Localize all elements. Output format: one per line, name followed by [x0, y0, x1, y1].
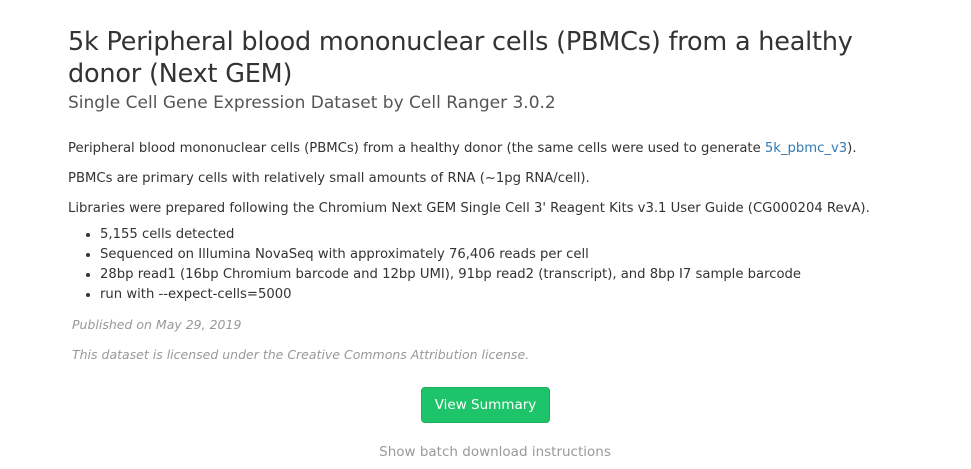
- description-p1-suffix: ).: [847, 141, 857, 156]
- summary-button-row: View Summary: [0, 387, 971, 423]
- list-item: 5,155 cells detected: [100, 225, 948, 245]
- pbmc-v3-link[interactable]: 5k_pbmc_v3: [765, 141, 847, 156]
- license-note: This dataset is licensed under the Creat…: [72, 347, 530, 362]
- dataset-facts-list: 5,155 cells detected Sequenced on Illumi…: [68, 225, 948, 305]
- batch-download-row: Show batch download instructions: [0, 441, 971, 460]
- description-paragraph-1: Peripheral blood mononuclear cells (PBMC…: [68, 139, 948, 158]
- batch-download-link[interactable]: Show batch download instructions: [379, 444, 611, 460]
- description-p1-prefix: Peripheral blood mononuclear cells (PBMC…: [68, 141, 765, 156]
- view-summary-button[interactable]: View Summary: [420, 387, 551, 423]
- dataset-content: 5k Peripheral blood mononuclear cells (P…: [68, 26, 948, 364]
- description-paragraph-2: PBMCs are primary cells with relatively …: [68, 171, 590, 186]
- published-date: Published on May 29, 2019: [72, 317, 242, 332]
- list-item: run with --expect-cells=5000: [100, 285, 948, 305]
- page-subtitle: Single Cell Gene Expression Dataset by C…: [68, 93, 556, 113]
- list-item: Sequenced on Illumina NovaSeq with appro…: [100, 245, 948, 265]
- list-item: 28bp read1 (16bp Chromium barcode and 12…: [100, 265, 948, 285]
- description-paragraph-3: Libraries were prepared following the Ch…: [68, 201, 870, 216]
- page-title: 5k Peripheral blood mononuclear cells (P…: [68, 27, 853, 89]
